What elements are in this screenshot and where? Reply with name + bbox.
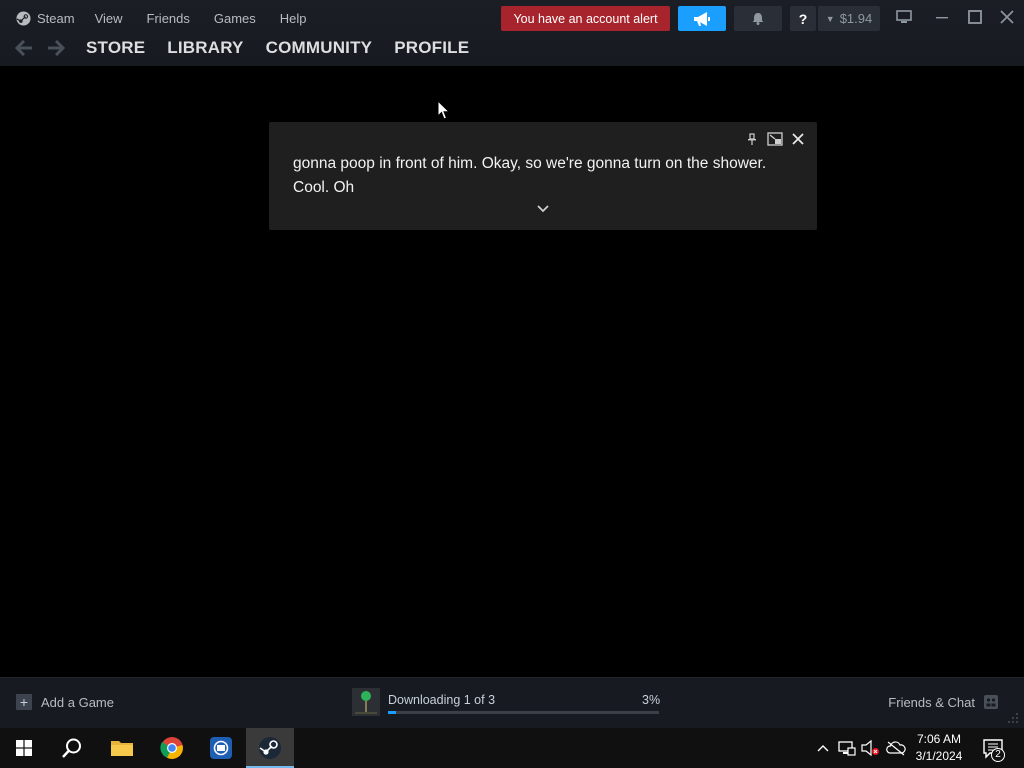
taskbar-clock[interactable]: 7:06 AM 3/1/2024 bbox=[908, 731, 970, 765]
minimize-icon bbox=[936, 17, 948, 19]
maximize-icon bbox=[968, 10, 982, 24]
download-percent: 3% bbox=[642, 693, 661, 707]
main-nav: STORE LIBRARY COMMUNITY PROFILE bbox=[0, 36, 469, 60]
network-tray-button[interactable] bbox=[837, 738, 857, 758]
steam-taskbar-button[interactable] bbox=[246, 728, 294, 768]
big-picture-button[interactable] bbox=[889, 4, 919, 30]
bell-icon bbox=[752, 13, 764, 25]
pin-icon[interactable] bbox=[743, 130, 761, 148]
mouse-cursor-icon bbox=[437, 100, 451, 120]
nav-profile[interactable]: PROFILE bbox=[394, 38, 469, 58]
caption-text: gonna poop in front of him. Okay, so we'… bbox=[293, 155, 767, 196]
nav-library[interactable]: LIBRARY bbox=[167, 38, 243, 58]
menu-steam-label: Steam bbox=[37, 10, 75, 26]
add-game-button[interactable]: + Add a Game bbox=[16, 694, 114, 710]
menu-view[interactable]: View bbox=[95, 11, 123, 26]
folder-icon bbox=[111, 741, 133, 756]
nav-store[interactable]: STORE bbox=[86, 38, 145, 58]
plus-icon: + bbox=[16, 694, 32, 710]
chevron-down-icon: ▼ bbox=[825, 13, 835, 24]
close-button[interactable] bbox=[992, 4, 1022, 30]
resize-grip-icon[interactable] bbox=[1006, 711, 1020, 725]
cloud-tray-button[interactable] bbox=[886, 738, 906, 758]
menu-steam[interactable]: Steam bbox=[16, 11, 75, 26]
steam-icon bbox=[259, 737, 281, 759]
file-explorer-button[interactable] bbox=[98, 728, 146, 768]
friends-grid-icon[interactable] bbox=[983, 694, 999, 710]
arrow-left-icon bbox=[15, 40, 32, 56]
chrome-button[interactable] bbox=[148, 728, 196, 768]
announcements-button[interactable] bbox=[678, 6, 726, 31]
volume-tray-button[interactable] bbox=[861, 738, 881, 758]
menu-friends[interactable]: Friends bbox=[147, 11, 190, 26]
tree-icon bbox=[355, 691, 377, 714]
caption-controls bbox=[738, 130, 807, 148]
download-game-thumbnail[interactable] bbox=[352, 688, 380, 716]
megaphone-icon bbox=[694, 11, 710, 26]
close-icon bbox=[1000, 10, 1014, 24]
chrome-icon bbox=[160, 737, 183, 759]
menu-help[interactable]: Help bbox=[280, 11, 307, 26]
add-game-label: Add a Game bbox=[41, 694, 114, 710]
bottom-bar: + Add a Game Downloading 1 of 3 3% Frien… bbox=[0, 677, 1024, 728]
notification-count-badge: 2 bbox=[991, 748, 1005, 762]
clock-date: 3/1/2024 bbox=[915, 749, 963, 763]
chevron-up-icon bbox=[817, 745, 829, 752]
minimize-button[interactable] bbox=[927, 4, 957, 30]
menu-bar: Steam View Friends Games Help bbox=[0, 0, 331, 36]
start-button[interactable] bbox=[0, 728, 48, 768]
cloud-offline-icon bbox=[886, 741, 906, 756]
chevron-down-icon[interactable] bbox=[535, 203, 551, 215]
nav-community[interactable]: COMMUNITY bbox=[266, 38, 373, 58]
title-bar: Steam View Friends Games Help STORE LIBR… bbox=[0, 0, 1024, 66]
monitor-icon bbox=[896, 10, 912, 23]
wallet-balance: $1.94 bbox=[839, 11, 873, 26]
account-alert-button[interactable]: You have an account alert bbox=[501, 6, 670, 31]
network-icon bbox=[838, 741, 856, 756]
clock-time: 7:06 AM bbox=[916, 732, 962, 746]
windows-logo-icon bbox=[16, 740, 32, 756]
steam-logo-icon bbox=[16, 10, 31, 26]
forward-button[interactable] bbox=[46, 38, 66, 58]
maximize-button[interactable] bbox=[960, 4, 990, 30]
menu-games[interactable]: Games bbox=[214, 11, 256, 26]
search-button[interactable] bbox=[48, 728, 96, 768]
remote-desktop-icon bbox=[210, 737, 232, 759]
caption-close-icon[interactable] bbox=[789, 130, 807, 148]
volume-muted-icon bbox=[861, 740, 879, 756]
search-icon bbox=[62, 738, 81, 758]
windows-taskbar: 7:06 AM 3/1/2024 2 bbox=[0, 728, 1024, 768]
help-button[interactable]: ? bbox=[790, 6, 816, 31]
steam-window: Steam View Friends Games Help STORE LIBR… bbox=[0, 0, 1024, 728]
tray-overflow-button[interactable] bbox=[813, 738, 833, 758]
popout-icon[interactable] bbox=[766, 130, 784, 148]
arrow-right-icon bbox=[48, 40, 65, 56]
notifications-button[interactable] bbox=[734, 6, 782, 31]
caption-popup: gonna poop in front of him. Okay, so we'… bbox=[269, 122, 817, 230]
wallet-dropdown[interactable]: ▼ $1.94 bbox=[818, 6, 880, 31]
download-progress-fill bbox=[388, 711, 397, 714]
download-progress-bar bbox=[388, 711, 659, 714]
back-button[interactable] bbox=[14, 38, 34, 58]
remote-app-button[interactable] bbox=[197, 728, 245, 768]
download-status[interactable]: Downloading 1 of 3 bbox=[388, 693, 495, 707]
friends-chat-button[interactable]: Friends & Chat bbox=[888, 695, 975, 710]
